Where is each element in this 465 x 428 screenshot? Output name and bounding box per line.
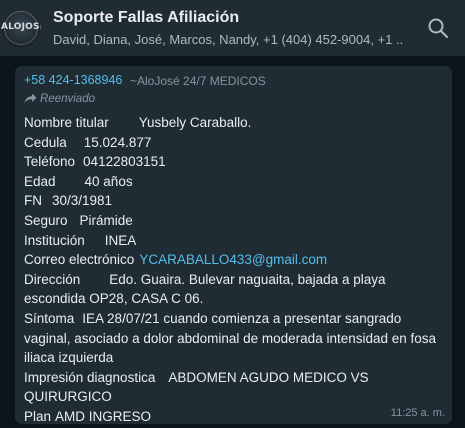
search-icon bbox=[428, 18, 449, 39]
telefono-value: 04122803151 bbox=[83, 154, 166, 170]
cedula-value: 15.024.877 bbox=[83, 134, 152, 150]
seguro-label: Seguro bbox=[24, 212, 68, 228]
line-impresion: Impresión diagnostica ABDOMEN AGUDO MEDIC… bbox=[24, 368, 448, 407]
line-sintoma: Síntoma IEA 28/07/21 cuando comienza a pr… bbox=[24, 309, 448, 368]
direccion-label: Dirección bbox=[24, 271, 81, 287]
line-fn: FN 30/3/1981 bbox=[24, 191, 448, 211]
line-edad: Edad 40 años bbox=[24, 172, 448, 192]
line-seguro: Seguro Pirámide bbox=[24, 211, 448, 231]
fn-label: FN bbox=[24, 193, 42, 209]
nombre-label: Nombre titular bbox=[24, 115, 109, 130]
chat-header[interactable]: ALOJOSÉ Soporte Fallas Afiliación David,… bbox=[0, 0, 465, 56]
telefono-label: Teléfono bbox=[24, 154, 76, 170]
plan-value: AMD INGRESO bbox=[55, 408, 152, 424]
line-correo: Correo electrónico YCARABALLO433@gmail.co… bbox=[24, 250, 448, 270]
message-timestamp: 11:25 a. m. bbox=[390, 407, 445, 419]
sender-phone[interactable]: +58 424-1368946 bbox=[24, 73, 122, 87]
chat-members-list[interactable]: David, Diana, José, Marcos, Nandy, +1 (4… bbox=[53, 32, 403, 47]
edad-value: 40 años bbox=[84, 173, 133, 189]
sintoma-value: IEA 28/07/21 cuando comienza a presentar… bbox=[24, 310, 437, 366]
edad-label: Edad bbox=[24, 173, 56, 189]
nombre-value: Yusbely Caraballo. bbox=[138, 115, 252, 130]
chat-title[interactable]: Soporte Fallas Afiliación bbox=[53, 9, 239, 27]
institucion-label: Institución bbox=[24, 232, 85, 248]
message-bubble[interactable]: +58 424-1368946 ~AloJosé 24/7 MEDICOS Re… bbox=[15, 66, 452, 424]
line-institucion: Institución INEA bbox=[24, 231, 448, 251]
avatar-logo-text: ALOJOSÉ bbox=[1, 22, 41, 32]
line-cedula: Cedula 15.024.877 bbox=[24, 133, 448, 153]
search-button[interactable] bbox=[424, 14, 452, 42]
fn-value: 30/3/1981 bbox=[52, 193, 113, 209]
forward-arrow-icon bbox=[24, 93, 37, 103]
sintoma-label: Síntoma bbox=[24, 310, 75, 326]
group-avatar[interactable]: ALOJOSÉ bbox=[1, 8, 41, 48]
line-plan: Plan AMD INGRESO bbox=[24, 407, 448, 427]
impresion-label: Impresión diagnostica bbox=[24, 369, 156, 385]
line-telefono: Teléfono 04122803151 bbox=[24, 152, 448, 172]
correo-label: Correo electrónico bbox=[24, 252, 135, 268]
sender-name: ~AloJosé 24/7 MEDICOS bbox=[130, 74, 266, 88]
line-direccion: Dirección Edo. Guaira. Bulevar naguaita, … bbox=[24, 270, 448, 309]
message-text: Nombre titular Yusbely Caraballo. Cedula 1… bbox=[24, 113, 448, 427]
seguro-value: Pirámide bbox=[79, 212, 133, 228]
plan-label: Plan bbox=[24, 408, 52, 424]
email-link[interactable]: YCARABALLO433@gmail.com bbox=[139, 252, 327, 267]
forwarded-label: Reenviado bbox=[40, 93, 95, 105]
cedula-label: Cedula bbox=[24, 134, 67, 150]
line-nombre: Nombre titular Yusbely Caraballo. bbox=[24, 113, 448, 133]
institucion-value: INEA bbox=[104, 232, 137, 248]
forwarded-indicator: Reenviado bbox=[24, 93, 95, 105]
